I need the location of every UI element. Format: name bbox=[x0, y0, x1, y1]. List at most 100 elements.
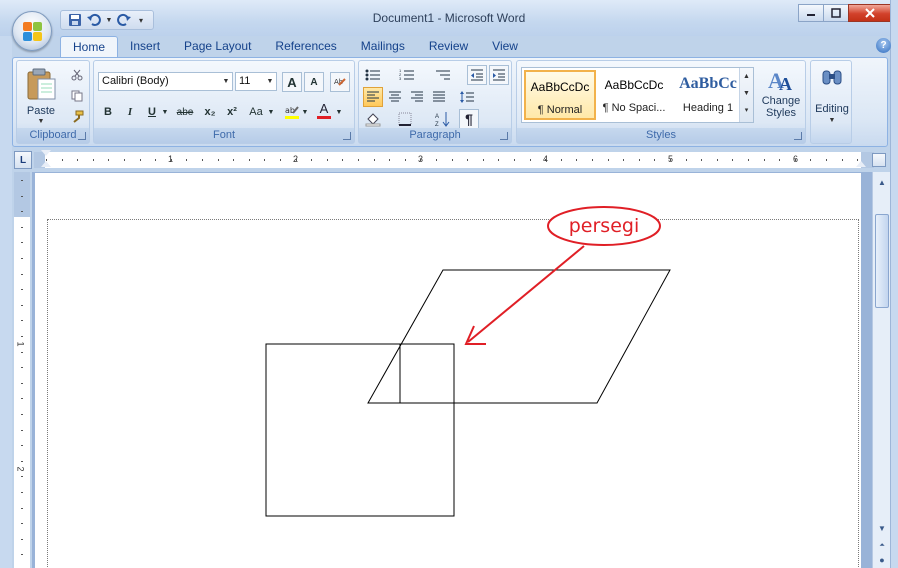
ruler-tick bbox=[233, 159, 234, 161]
ruler-tick bbox=[21, 539, 23, 540]
document-area[interactable] bbox=[32, 172, 872, 568]
change-styles-button[interactable]: A A Change Styles bbox=[758, 64, 804, 128]
tab-home[interactable]: Home bbox=[60, 36, 119, 58]
ruler-tick bbox=[358, 159, 359, 161]
strikethrough-button[interactable]: abe bbox=[172, 102, 198, 122]
paragraph-dialog-launcher[interactable] bbox=[500, 132, 508, 140]
clear-formatting-icon[interactable]: Ab bbox=[330, 72, 350, 92]
highlight-dropdown-icon[interactable]: ▼ bbox=[300, 102, 310, 122]
ruler-tick bbox=[202, 159, 203, 161]
ruler-number: 4 bbox=[543, 154, 549, 164]
styles-dialog-launcher[interactable] bbox=[794, 132, 802, 140]
align-right-icon[interactable] bbox=[407, 87, 427, 107]
ruler-tick bbox=[21, 305, 23, 306]
right-indent-marker[interactable] bbox=[856, 161, 866, 167]
ruler-tick bbox=[514, 159, 515, 161]
italic-button[interactable]: I bbox=[120, 102, 140, 122]
font-color-button[interactable]: A bbox=[314, 100, 334, 120]
style-heading-1[interactable]: AaBbCc Heading 1 bbox=[672, 70, 744, 120]
minimize-button[interactable] bbox=[798, 4, 824, 22]
ribbon: Paste ▼ Clipboard Calibri (Body) ▼ 11 ▼ … bbox=[12, 57, 888, 147]
first-line-indent-marker[interactable] bbox=[41, 150, 51, 156]
format-painter-icon[interactable] bbox=[67, 107, 87, 127]
horizontal-ruler[interactable]: 1 2 3 4 5 6 bbox=[34, 150, 874, 168]
scrollbar-thumb[interactable] bbox=[875, 214, 889, 308]
line-spacing-icon[interactable] bbox=[457, 87, 477, 107]
help-icon[interactable]: ? bbox=[876, 38, 891, 53]
sort-icon[interactable]: AZ bbox=[433, 109, 453, 129]
tab-mailings[interactable]: Mailings bbox=[349, 36, 417, 58]
justify-icon[interactable] bbox=[429, 87, 449, 107]
ruler-tick bbox=[498, 159, 499, 161]
shrink-font-button[interactable]: A bbox=[304, 72, 324, 92]
font-color-dropdown-icon[interactable]: ▼ bbox=[334, 102, 344, 122]
chevron-down-icon: ▼ bbox=[828, 117, 836, 124]
decrease-indent-icon[interactable] bbox=[467, 65, 487, 85]
document-page[interactable] bbox=[35, 173, 861, 568]
ruler-tick bbox=[654, 159, 655, 161]
office-button[interactable] bbox=[12, 11, 52, 51]
bold-button[interactable]: B bbox=[98, 102, 118, 122]
align-left-icon[interactable] bbox=[363, 87, 383, 107]
clipboard-dialog-launcher[interactable] bbox=[78, 132, 86, 140]
style-no-spacing[interactable]: AaBbCcDc ¶ No Spaci... bbox=[598, 70, 670, 120]
font-name-value: Calibri (Body) bbox=[102, 75, 169, 87]
tab-view[interactable]: View bbox=[480, 36, 530, 58]
subscript-button[interactable]: x₂ bbox=[200, 102, 220, 122]
ruler-tick bbox=[21, 274, 23, 275]
borders-icon[interactable] bbox=[395, 109, 415, 129]
ruler-number: 2 bbox=[293, 154, 299, 164]
font-dialog-launcher[interactable] bbox=[343, 132, 351, 140]
svg-text:ab: ab bbox=[285, 106, 295, 115]
increase-indent-icon[interactable] bbox=[489, 65, 509, 85]
tab-review[interactable]: Review bbox=[417, 36, 480, 58]
change-case-dropdown-icon[interactable]: ▼ bbox=[266, 102, 276, 122]
shading-icon[interactable] bbox=[363, 109, 383, 129]
font-size-combo[interactable]: 11 ▼ bbox=[235, 72, 277, 91]
ruler-tick bbox=[108, 159, 109, 161]
highlight-icon[interactable]: ab bbox=[282, 102, 302, 122]
numbering-icon[interactable]: 123 bbox=[397, 65, 417, 85]
view-ruler-icon[interactable] bbox=[872, 153, 886, 167]
ruler-tick bbox=[826, 159, 827, 161]
tab-references[interactable]: References bbox=[263, 36, 348, 58]
ruler-tick bbox=[374, 159, 375, 161]
tab-insert[interactable]: Insert bbox=[118, 36, 172, 58]
bullets-icon[interactable] bbox=[363, 65, 383, 85]
style-sample: AaBbCc bbox=[679, 75, 737, 92]
grow-font-button[interactable]: A bbox=[282, 72, 302, 92]
font-color-label: A bbox=[319, 100, 329, 116]
select-browse-object-icon[interactable]: ● bbox=[874, 552, 890, 568]
style-normal[interactable]: AaBbCcDc ¶ Normal bbox=[524, 70, 596, 120]
font-name-combo[interactable]: Calibri (Body) ▼ bbox=[98, 72, 233, 91]
ruler-tick bbox=[21, 289, 23, 290]
hanging-indent-marker[interactable] bbox=[41, 161, 51, 167]
change-case-button[interactable]: Aa bbox=[244, 102, 268, 122]
underline-button[interactable]: U bbox=[142, 102, 162, 122]
gallery-scroll[interactable]: ▲ ▼ ▾ bbox=[739, 68, 753, 122]
close-button[interactable] bbox=[848, 4, 892, 22]
copy-icon[interactable] bbox=[67, 86, 87, 106]
ruler-tick bbox=[77, 159, 78, 161]
scroll-down-icon[interactable]: ▼ bbox=[874, 520, 890, 536]
vertical-ruler[interactable]: 1 2 bbox=[14, 172, 30, 568]
maximize-button[interactable] bbox=[823, 4, 849, 22]
ruler-tick bbox=[21, 196, 23, 197]
show-formatting-button[interactable]: ¶ bbox=[459, 109, 479, 129]
multilevel-list-icon[interactable] bbox=[433, 65, 453, 85]
ruler-tick bbox=[21, 398, 23, 399]
ruler-tick bbox=[389, 159, 390, 161]
scroll-up-icon[interactable]: ▲ bbox=[874, 174, 890, 190]
align-center-icon[interactable] bbox=[385, 87, 405, 107]
editing-group[interactable]: Editing ▼ bbox=[810, 60, 852, 144]
tab-page-layout[interactable]: Page Layout bbox=[172, 36, 263, 58]
cut-icon[interactable] bbox=[67, 65, 87, 85]
underline-dropdown-icon[interactable]: ▼ bbox=[160, 102, 170, 122]
vertical-scrollbar[interactable]: ▲ ▼ ⏶ ● bbox=[872, 172, 890, 568]
ruler-tick bbox=[779, 159, 780, 161]
paste-icon bbox=[27, 68, 56, 100]
ruler-tick bbox=[46, 159, 47, 161]
paste-button[interactable]: Paste ▼ bbox=[21, 65, 61, 125]
superscript-button[interactable]: x² bbox=[222, 102, 242, 122]
tab-selector[interactable]: L bbox=[14, 151, 32, 169]
